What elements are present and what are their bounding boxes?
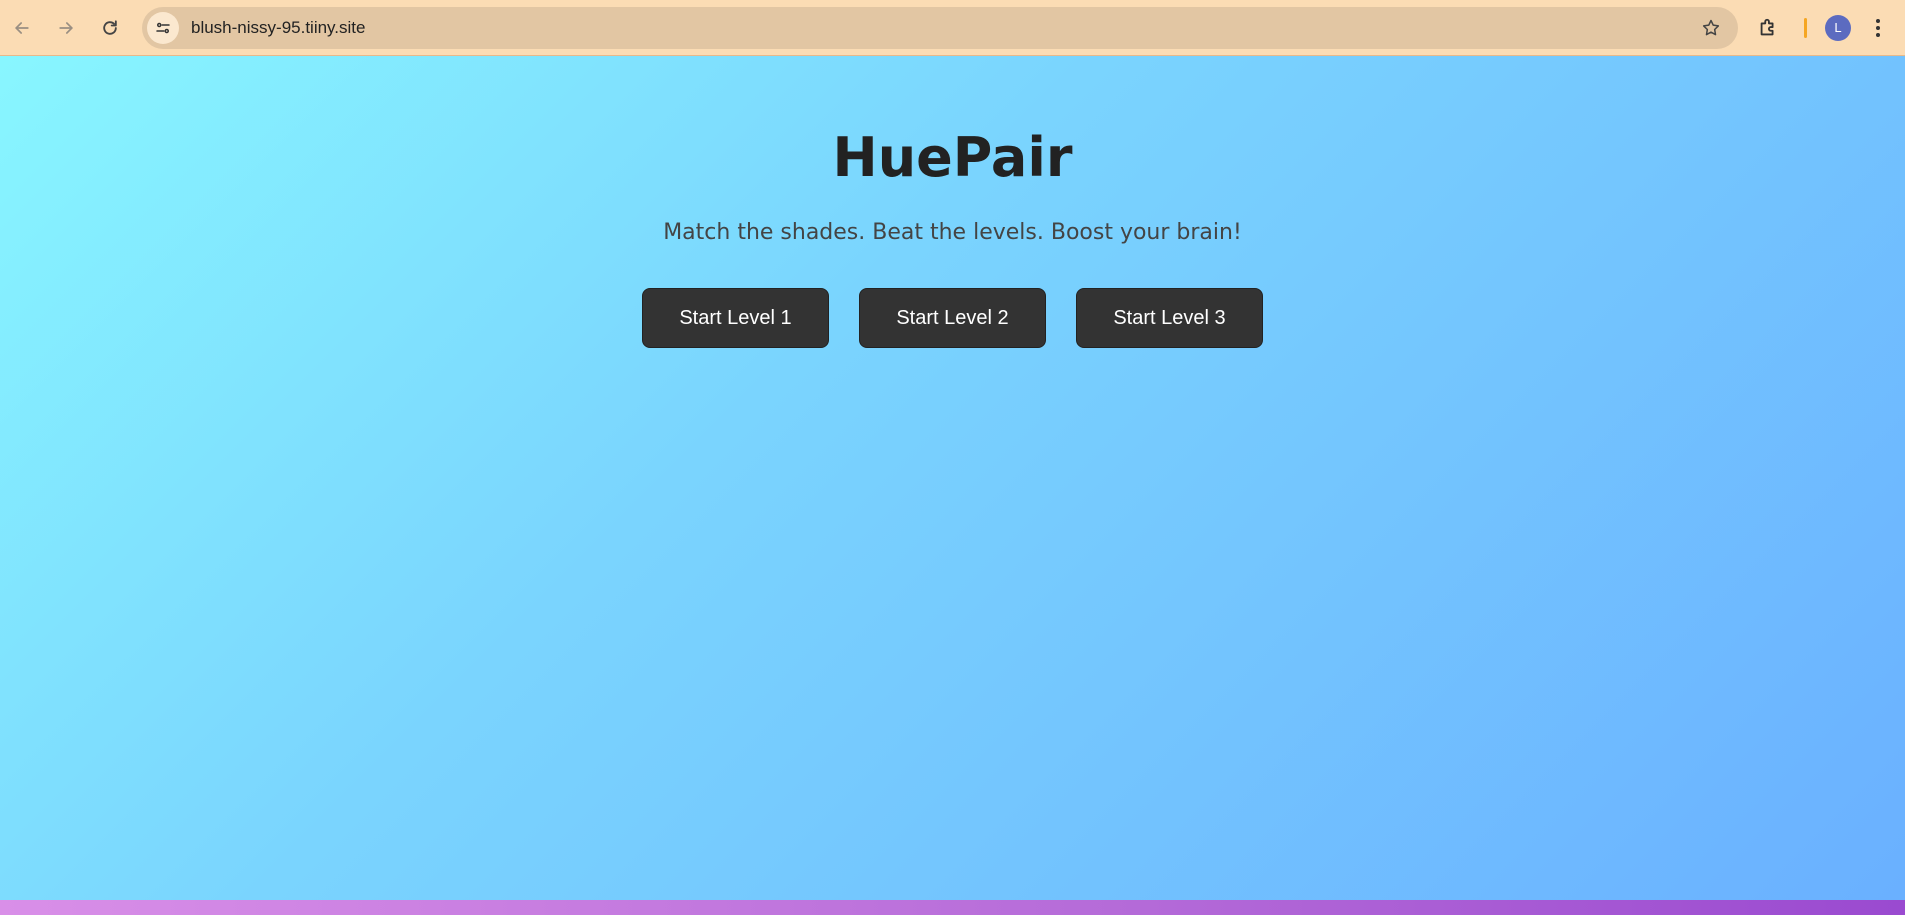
- extensions-button[interactable]: [1752, 12, 1784, 44]
- url-text[interactable]: blush-nissy-95.tiiny.site: [191, 18, 365, 38]
- reload-button[interactable]: [88, 6, 132, 50]
- bottom-gradient-strip: [0, 900, 1905, 915]
- start-level-2-button[interactable]: Start Level 2: [859, 288, 1046, 348]
- address-bar[interactable]: blush-nissy-95.tiiny.site: [142, 6, 1738, 49]
- arrow-right-icon: [59, 21, 73, 34]
- kebab-menu-icon: [1876, 18, 1880, 37]
- level-selector: Start Level 1 Start Level 2 Start Level …: [0, 288, 1905, 348]
- start-level-3-button[interactable]: Start Level 3: [1076, 288, 1263, 348]
- tune-icon: [156, 22, 170, 33]
- reload-icon: [103, 19, 117, 35]
- puzzle-icon: [1760, 18, 1774, 35]
- forward-button[interactable]: [44, 6, 88, 50]
- browser-toolbar: blush-nissy-95.tiiny.site L: [0, 0, 1905, 56]
- page-title: HuePair: [832, 126, 1073, 189]
- start-level-1-button[interactable]: Start Level 1: [642, 288, 829, 348]
- page-tagline: Match the shades. Beat the levels. Boost…: [663, 220, 1242, 245]
- toolbar-actions: L: [1752, 12, 1891, 44]
- arrow-left-icon: [15, 21, 29, 34]
- profile-avatar[interactable]: L: [1825, 14, 1851, 41]
- game-start-screen: HuePair Match the shades. Beat the level…: [0, 56, 1905, 900]
- star-icon: [1702, 19, 1720, 35]
- bookmark-button[interactable]: [1698, 15, 1724, 41]
- back-button[interactable]: [0, 6, 44, 50]
- profile-initial: L: [1834, 20, 1842, 35]
- toolbar-divider: [1804, 17, 1807, 38]
- browser-menu-button[interactable]: [1865, 12, 1891, 44]
- site-info-button[interactable]: [147, 11, 179, 44]
